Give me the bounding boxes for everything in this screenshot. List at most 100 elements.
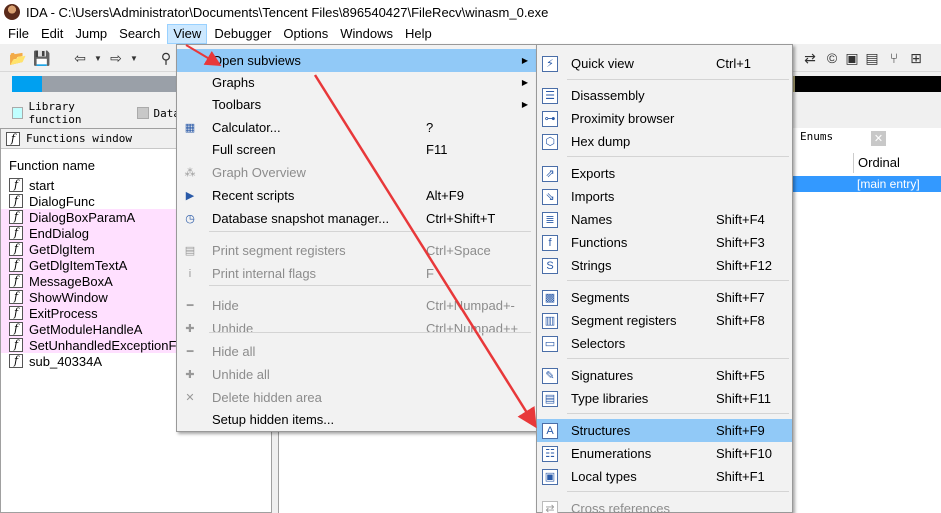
menu-separator bbox=[567, 491, 789, 492]
proximity-icon: ⊶ bbox=[542, 110, 558, 127]
save-icon[interactable]: 💾 bbox=[32, 48, 52, 68]
function-name-header[interactable]: Function name bbox=[9, 158, 95, 173]
function-icon: f bbox=[9, 258, 23, 272]
menu-item-label: Cross references bbox=[571, 501, 670, 513]
menu-item-label: Hide bbox=[212, 298, 239, 313]
view-menu-item[interactable]: Toolbars ▶ bbox=[177, 93, 536, 116]
menu-separator bbox=[567, 413, 789, 414]
view-menu-item[interactable]: Graphs ▶ bbox=[177, 71, 536, 94]
view-menu-item[interactable]: Open subviews ▶ bbox=[177, 49, 536, 72]
menu-edit[interactable]: Edit bbox=[36, 24, 68, 44]
menu-item-label: Graphs bbox=[212, 75, 255, 90]
subview-item[interactable]: ≣ Names Shift+F4 bbox=[537, 208, 792, 231]
function-name: DialogBoxParamA bbox=[29, 209, 136, 225]
view-menu-item[interactable]: ━ Hide Ctrl+Numpad+- bbox=[177, 294, 536, 317]
menu-separator bbox=[209, 285, 531, 286]
menu-separator bbox=[209, 231, 531, 232]
forward-icon[interactable]: ⇨ bbox=[106, 48, 126, 68]
snapshot-icon: ◷ bbox=[185, 213, 195, 225]
menu-item-label: Enumerations bbox=[571, 446, 652, 461]
function-icon: f bbox=[9, 210, 23, 224]
function-name: ExitProcess bbox=[29, 305, 98, 321]
subview-item[interactable]: ▤ Type libraries Shift+F11 bbox=[537, 387, 792, 410]
close-icon[interactable]: ✕ bbox=[871, 131, 886, 146]
selected-export-row[interactable]: [main entry] bbox=[792, 176, 941, 192]
view-menu-item[interactable]: ━ Hide all bbox=[177, 340, 536, 363]
view-menu-item[interactable]: ◷ Database snapshot manager... Ctrl+Shift+… bbox=[177, 207, 536, 230]
quick-view-icon: ⚡ bbox=[542, 55, 558, 72]
segreg-icon: ▤ bbox=[184, 245, 196, 257]
enums-tab[interactable]: Enums bbox=[800, 130, 833, 148]
view-menu-item[interactable]: ▤ Print segment registers Ctrl+Space bbox=[177, 239, 536, 262]
type-libraries-icon: ▤ bbox=[542, 390, 558, 407]
function-icon: f bbox=[9, 322, 23, 336]
toolbar-icon-branch[interactable]: ⑂ bbox=[884, 48, 904, 68]
function-icon: f bbox=[9, 354, 23, 368]
toolbar-icon-list[interactable]: ▤ bbox=[862, 48, 882, 68]
open-folder-icon[interactable]: 📂 bbox=[8, 48, 28, 68]
menu-item-shortcut: Shift+F8 bbox=[716, 313, 765, 328]
view-menu-item[interactable]: ✚ Unhide Ctrl+Numpad++ bbox=[177, 317, 536, 340]
subview-item[interactable]: f Functions Shift+F3 bbox=[537, 231, 792, 254]
menu-item-shortcut: Shift+F5 bbox=[716, 368, 765, 383]
menu-item-shortcut: Ctrl+Numpad+- bbox=[426, 298, 515, 313]
back-dropdown-icon[interactable]: ▼ bbox=[88, 48, 108, 68]
subview-item[interactable]: ⊶ Proximity browser bbox=[537, 107, 792, 130]
menu-separator bbox=[567, 156, 789, 157]
subview-item[interactable]: ⇘ Imports bbox=[537, 185, 792, 208]
view-menu-item[interactable]: Full screen F11 bbox=[177, 138, 536, 161]
subview-item[interactable]: ✎ Signatures Shift+F5 bbox=[537, 364, 792, 387]
menu-file[interactable]: File bbox=[3, 24, 34, 44]
subview-item[interactable]: ⇗ Exports bbox=[537, 162, 792, 185]
toolbar-icon-tree[interactable]: ⊞ bbox=[906, 48, 926, 68]
subview-item[interactable]: ⇄ Cross references bbox=[537, 497, 792, 513]
subview-item[interactable]: ▩ Segments Shift+F7 bbox=[537, 286, 792, 309]
view-menu-item[interactable]: ▶ Recent scripts Alt+F9 bbox=[177, 184, 536, 207]
menu-item-label: Names bbox=[571, 212, 613, 227]
view-menu-item[interactable]: ⁂ Graph Overview bbox=[177, 161, 536, 184]
menu-windows[interactable]: Windows bbox=[335, 24, 398, 44]
subview-item[interactable]: ☰ Disassembly bbox=[537, 84, 792, 107]
toolbar-icon-a[interactable]: ⇄ bbox=[800, 48, 820, 68]
menu-view[interactable]: View bbox=[167, 24, 208, 44]
subview-item[interactable]: S Strings Shift+F12 bbox=[537, 254, 792, 277]
forward-dropdown-icon[interactable]: ▼ bbox=[124, 48, 144, 68]
menu-help[interactable]: Help bbox=[400, 24, 437, 44]
back-icon[interactable]: ⇦ bbox=[70, 48, 90, 68]
toolbar-icon-c[interactable]: © bbox=[822, 48, 842, 68]
menu-item-label: Graph Overview bbox=[212, 165, 306, 180]
toolbar-icon-box[interactable]: ▣ bbox=[842, 48, 862, 68]
subview-item[interactable]: ⬡ Hex dump bbox=[537, 130, 792, 153]
menu-item-label: Functions bbox=[571, 235, 628, 250]
view-menu-item[interactable]: i Print internal flags F bbox=[177, 262, 536, 285]
ordinal-header[interactable]: Ordinal bbox=[853, 153, 941, 173]
disassembly-icon: ☰ bbox=[542, 87, 558, 104]
nav-strip-right[interactable] bbox=[795, 76, 941, 92]
menu-options[interactable]: Options bbox=[278, 24, 333, 44]
subview-item[interactable]: ▥ Segment registers Shift+F8 bbox=[537, 309, 792, 332]
view-menu-item[interactable]: ▦ Calculator...? bbox=[177, 116, 536, 139]
signatures-icon: ✎ bbox=[542, 367, 558, 384]
menu-search[interactable]: Search bbox=[114, 24, 165, 44]
menu-jump[interactable]: Jump bbox=[70, 24, 112, 44]
binoculars-icon[interactable]: ⚲ bbox=[156, 48, 176, 68]
menu-item-label: Imports bbox=[571, 189, 615, 204]
nav-strip[interactable] bbox=[12, 76, 177, 92]
menu-item-label: Unhide all bbox=[212, 367, 270, 382]
menu-item-shortcut: F11 bbox=[426, 142, 448, 157]
subview-item[interactable]: ▭ Selectors bbox=[537, 332, 792, 355]
menu-item-shortcut: F bbox=[426, 266, 434, 281]
subview-item[interactable]: A Structures Shift+F9 bbox=[537, 419, 792, 442]
subview-item[interactable]: ⚡ Quick view Ctrl+1 bbox=[537, 52, 792, 75]
view-menu: Open subviews ▶ Graphs ▶ Toolbars ▶ ▦ Calculato… bbox=[176, 44, 537, 432]
view-menu-item[interactable]: Setup hidden items... bbox=[177, 408, 536, 431]
subview-item[interactable]: ▣ Local types Shift+F1 bbox=[537, 465, 792, 488]
names-icon: ≣ bbox=[542, 211, 558, 228]
menu-debugger[interactable]: Debugger bbox=[209, 24, 276, 44]
view-menu-item[interactable]: ✕ Delete hidden area bbox=[177, 386, 536, 409]
segments-icon: ▩ bbox=[542, 289, 558, 306]
menu-item-label: Hide all bbox=[212, 344, 256, 359]
subview-item[interactable]: ☷ Enumerations Shift+F10 bbox=[537, 442, 792, 465]
menu-item-label: Signatures bbox=[571, 368, 634, 383]
view-menu-item[interactable]: ✚ Unhide all bbox=[177, 363, 536, 386]
